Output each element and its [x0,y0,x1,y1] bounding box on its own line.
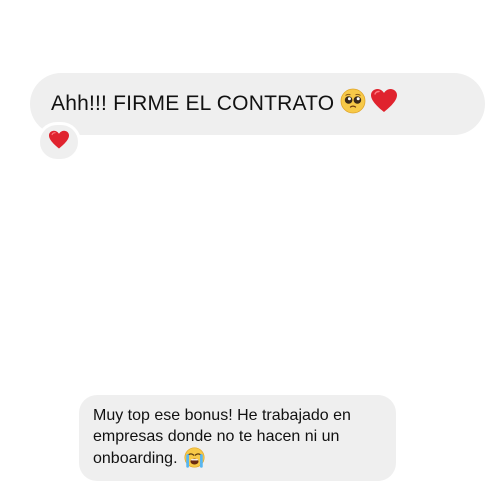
chat-screen: Ahh!!! FIRME EL CONTRATO Muy top ese bon… [0,0,500,500]
red-heart-emoji [48,130,70,155]
message-text: Muy top ese bonus! He trabajado en empre… [93,407,351,467]
pleading-face-emoji [340,88,366,120]
red-heart-emoji [370,88,398,120]
message-reaction[interactable] [37,122,81,162]
message-bubble[interactable]: Muy top ese bonus! He trabajado en empre… [79,395,396,481]
message-bubble[interactable]: Ahh!!! FIRME EL CONTRATO [30,73,485,135]
message-text: Ahh!!! FIRME EL CONTRATO [51,92,335,115]
loudly-crying-face-emoji [184,447,205,474]
